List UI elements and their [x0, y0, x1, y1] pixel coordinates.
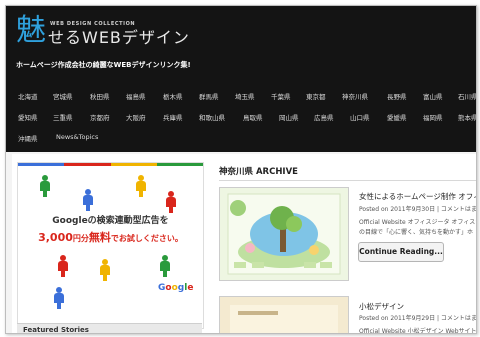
nav-item-chiba[interactable]: 千葉県 [271, 91, 291, 101]
logo-subtitle: WEB DESIGN COLLECTION [50, 21, 136, 27]
nav-item-ishikawa[interactable]: 石川県 [458, 91, 476, 101]
nav-item-gunma[interactable]: 群馬県 [199, 91, 219, 101]
nav-item-toyama[interactable]: 富山県 [423, 91, 443, 101]
nav-item-news-topics[interactable]: News&Topics [56, 133, 98, 141]
nav-item-miyagi[interactable]: 宮城県 [53, 91, 73, 101]
google-ad-banner[interactable]: Googleの検索連動型広告を 3,000円分無料でお試しください。 Googl… [17, 162, 204, 329]
nav-item-hokkaido[interactable]: 北海道 [18, 91, 38, 101]
post-excerpt-2: Official Website 小松デザイン Webサイト [359, 328, 477, 334]
nav-item-hiroshima[interactable]: 広島県 [314, 112, 334, 122]
nav-item-nagano[interactable]: 長野県 [387, 91, 407, 101]
person-blue-icon [83, 189, 93, 211]
person-green-icon-2 [160, 255, 170, 277]
post-meta-2: Posted on 2011年9月29日 | コメントはま [359, 315, 477, 322]
nav-item-hyogo[interactable]: 兵庫県 [163, 112, 183, 122]
person-blue-icon-2 [54, 287, 64, 309]
browser-screenshot-frame: 魅 WEB DESIGN COLLECTION せるWEBデザイン ホームページ… [5, 5, 477, 334]
main-content: Googleの検索連動型広告を 3,000円分無料でお試しください。 Googl… [12, 154, 476, 333]
logo-kanji[interactable]: 魅 [16, 14, 46, 48]
nav-item-kumamoto[interactable]: 熊本県 [458, 112, 476, 122]
continue-reading-button[interactable]: Continue Reading... [358, 242, 444, 262]
nav-item-tokyo[interactable]: 東京都 [306, 91, 326, 101]
ad-color-bar [18, 163, 203, 166]
post-title-2[interactable]: 小松デザイン [359, 301, 404, 312]
post-excerpt-1b: の目線で「心に響く、気持ちを動かす」ホ [359, 229, 474, 236]
person-green-icon [40, 175, 50, 197]
person-yellow-icon [136, 175, 146, 197]
nav-item-fukuoka[interactable]: 福岡県 [423, 112, 443, 122]
nav-item-mie[interactable]: 三重県 [53, 112, 73, 122]
nav-item-wakayama[interactable]: 和歌山県 [199, 112, 225, 122]
nav-item-aichi[interactable]: 愛知県 [18, 112, 38, 122]
nav-item-kanagawa[interactable]: 神奈川県 [342, 91, 368, 101]
site-header: 魅 WEB DESIGN COLLECTION せるWEBデザイン ホームページ… [6, 6, 476, 152]
post-meta-1: Posted on 2011年9月30日 | コメントはま [359, 206, 477, 213]
person-red-icon [166, 191, 176, 213]
nav-item-osaka[interactable]: 大阪府 [126, 112, 146, 122]
google-logo: Google [158, 283, 194, 293]
post-excerpt-1: Official Website オフィスジータ オフィスジ [359, 219, 477, 226]
ad-headline: Googleの検索連動型広告を [52, 216, 169, 226]
nav-item-yamaguchi[interactable]: 山口県 [350, 112, 370, 122]
archive-divider [219, 180, 476, 181]
nav-item-saitama[interactable]: 埼玉県 [235, 91, 255, 101]
post-thumbnail-2[interactable] [219, 296, 349, 333]
nav-item-tochigi[interactable]: 栃木県 [163, 91, 183, 101]
nav-item-akita[interactable]: 秋田県 [90, 91, 110, 101]
person-red-icon-2 [58, 255, 68, 277]
featured-stories-header: Featured Stories [17, 323, 202, 333]
nav-item-fukushima[interactable]: 福島県 [126, 91, 146, 101]
person-yellow-icon-2 [100, 259, 110, 281]
ad-offer: 3,000円分無料でお試しください。 [38, 231, 183, 244]
post-title-1[interactable]: 女性によるホームページ制作 オフィス [359, 191, 476, 202]
post-thumbnail-1[interactable] [219, 187, 349, 281]
archive-title: 神奈川県 ARCHIVE [219, 167, 298, 177]
nav-item-tottori[interactable]: 鳥取県 [243, 112, 263, 122]
nav-item-okinawa[interactable]: 沖縄県 [18, 133, 38, 143]
site-tagline: ホームページ作成会社の綺麗なWEBデザインリンク集! [16, 61, 191, 69]
logo-text[interactable]: せるWEBデザイン [48, 28, 190, 48]
nav-item-okayama[interactable]: 岡山県 [279, 112, 299, 122]
nav-item-ehime[interactable]: 愛媛県 [387, 112, 407, 122]
nav-item-kyoto[interactable]: 京都府 [90, 112, 110, 122]
